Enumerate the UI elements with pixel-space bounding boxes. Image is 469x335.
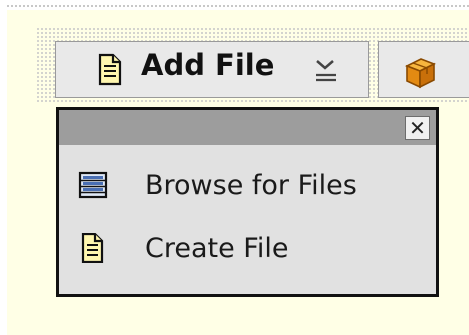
browse-files-icon	[78, 171, 108, 199]
add-file-menu: ✕ Browse for Files Create File	[56, 107, 439, 297]
close-button[interactable]: ✕	[405, 116, 430, 140]
document-icon	[81, 233, 104, 263]
menu-item-label: Browse for Files	[145, 169, 357, 201]
menu-header: ✕	[59, 110, 436, 145]
add-file-label: Add File	[141, 48, 275, 82]
menu-item-create-file[interactable]: Create File	[59, 220, 436, 276]
menu-item-browse-for-files[interactable]: Browse for Files	[59, 157, 436, 213]
package-icon	[405, 58, 436, 89]
close-icon: ✕	[409, 116, 426, 140]
dropdown-menu-icon[interactable]	[312, 57, 340, 85]
pane-top-border	[7, 5, 469, 7]
menu-item-label: Create File	[145, 232, 289, 264]
document-icon	[98, 53, 122, 86]
